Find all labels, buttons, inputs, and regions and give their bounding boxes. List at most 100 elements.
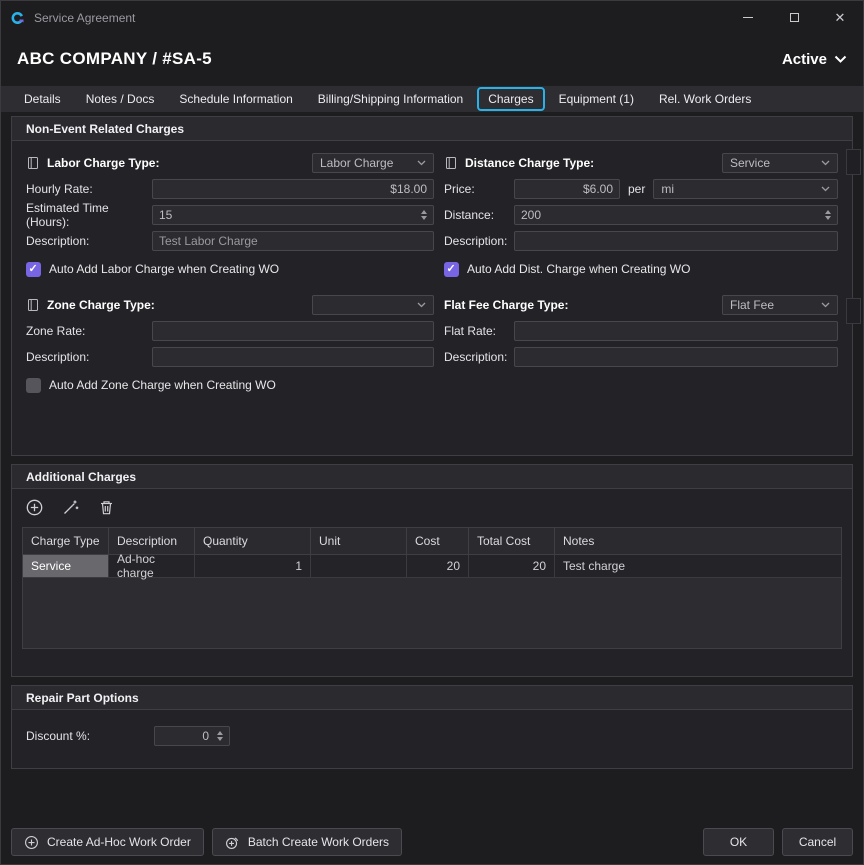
zone-rate-label: Zone Rate: <box>26 324 152 338</box>
auto-add-zone-checkbox[interactable] <box>26 378 41 393</box>
distance-charge-type-label: Distance Charge Type: <box>465 156 594 170</box>
auto-add-distance-checkbox[interactable] <box>444 262 459 277</box>
distance-description-input[interactable] <box>514 231 838 251</box>
column-header-description[interactable]: Description <box>109 528 195 554</box>
stepper-icon[interactable] <box>421 210 427 220</box>
tab-notes-docs[interactable]: Notes / Docs <box>75 87 166 111</box>
charge-type-lookup-icon <box>26 298 40 312</box>
repair-part-options-group: Repair Part Options Discount %: 0 <box>11 685 853 769</box>
maximize-button[interactable] <box>771 1 817 34</box>
tab-billing-shipping-information[interactable]: Billing/Shipping Information <box>307 87 474 111</box>
app-logo-icon <box>10 10 26 26</box>
tab-bar: Details Notes / Docs Schedule Informatio… <box>1 86 863 112</box>
footer-bar: Create Ad-Hoc Work Order Batch Create Wo… <box>1 820 863 864</box>
minimize-icon <box>743 17 753 18</box>
add-charge-button[interactable] <box>24 497 44 517</box>
chevron-down-icon <box>834 55 847 63</box>
cell-quantity[interactable]: 1 <box>195 555 311 577</box>
table-empty-area <box>23 578 841 648</box>
cell-cost[interactable]: 20 <box>407 555 469 577</box>
table-header-row: Charge Type Description Quantity Unit Co… <box>23 528 841 555</box>
scrollbar-notch[interactable] <box>846 149 861 175</box>
zone-charge-type-dropdown[interactable] <box>312 295 434 315</box>
stepper-icon[interactable] <box>825 210 831 220</box>
additional-charges-toolbar <box>12 489 852 523</box>
charge-type-lookup-icon <box>444 156 458 170</box>
discount-input[interactable]: 0 <box>154 726 230 746</box>
tab-rel-work-orders[interactable]: Rel. Work Orders <box>648 87 762 111</box>
cell-total-cost[interactable]: 20 <box>469 555 555 577</box>
additional-charges-group: Additional Charges Charge Type Descripti… <box>11 464 853 677</box>
tab-content: Non-Event Related Charges Labor Charge T… <box>1 112 863 864</box>
column-header-quantity[interactable]: Quantity <box>195 528 311 554</box>
distance-input[interactable]: 200 <box>514 205 838 225</box>
hourly-rate-input[interactable]: $18.00 <box>152 179 434 199</box>
tab-equipment[interactable]: Equipment (1) <box>548 87 645 111</box>
ok-button[interactable]: OK <box>703 828 774 856</box>
cell-charge-type[interactable]: Service <box>23 555 109 577</box>
flat-fee-charge-type-dropdown[interactable]: Flat Fee <box>722 295 838 315</box>
cancel-button[interactable]: Cancel <box>782 828 853 856</box>
close-button[interactable]: ✕ <box>817 1 863 34</box>
non-event-charges-group: Non-Event Related Charges Labor Charge T… <box>11 116 853 456</box>
distance-unit-dropdown[interactable]: mi <box>653 179 838 199</box>
plus-circle-icon <box>24 835 39 850</box>
zone-description-input[interactable] <box>152 347 434 367</box>
trash-icon <box>97 498 116 517</box>
auto-add-labor-label: Auto Add Labor Charge when Creating WO <box>49 262 279 276</box>
maximize-icon <box>790 13 799 22</box>
cell-notes[interactable]: Test charge <box>555 555 841 577</box>
flat-rate-input[interactable] <box>514 321 838 341</box>
column-header-total-cost[interactable]: Total Cost <box>469 528 555 554</box>
chevron-down-icon <box>821 160 830 166</box>
tab-charges[interactable]: Charges <box>477 87 544 111</box>
chevron-down-icon <box>417 302 426 308</box>
record-title: ABC COMPANY / #SA-5 <box>17 49 212 69</box>
price-label: Price: <box>444 182 514 196</box>
cell-description[interactable]: Ad-hoc charge <box>109 555 195 577</box>
per-label: per <box>628 182 645 196</box>
flat-fee-description-label: Description: <box>444 350 514 364</box>
zone-charge-type-label: Zone Charge Type: <box>47 298 155 312</box>
estimated-time-label: Estimated Time (Hours): <box>26 201 152 229</box>
close-icon: ✕ <box>835 11 846 24</box>
auto-add-labor-checkbox[interactable] <box>26 262 41 277</box>
batch-create-work-orders-button[interactable]: Batch Create Work Orders <box>212 828 402 856</box>
distance-label: Distance: <box>444 208 514 222</box>
price-input[interactable]: $6.00 <box>514 179 620 199</box>
zone-rate-input[interactable] <box>152 321 434 341</box>
chevron-down-icon <box>821 302 830 308</box>
distance-charge-type-dropdown[interactable]: Service <box>722 153 838 173</box>
table-row[interactable]: Service Ad-hoc charge 1 20 20 Test charg… <box>23 555 841 578</box>
edit-charge-button[interactable] <box>60 497 80 517</box>
record-header: ABC COMPANY / #SA-5 Active <box>1 34 863 84</box>
cell-unit[interactable] <box>311 555 407 577</box>
additional-charges-table: Charge Type Description Quantity Unit Co… <box>22 527 842 649</box>
flat-fee-description-input[interactable] <box>514 347 838 367</box>
title-bar: Service Agreement ✕ <box>1 1 863 34</box>
minimize-button[interactable] <box>725 1 771 34</box>
stepper-icon[interactable] <box>217 731 223 741</box>
labor-description-input[interactable]: Test Labor Charge <box>152 231 434 251</box>
chevron-down-icon <box>417 160 426 166</box>
create-adhoc-work-order-button[interactable]: Create Ad-Hoc Work Order <box>11 828 204 856</box>
column-header-charge-type[interactable]: Charge Type <box>23 528 109 554</box>
estimated-time-input[interactable]: 15 <box>152 205 434 225</box>
labor-charge-type-dropdown[interactable]: Labor Charge <box>312 153 434 173</box>
labor-charge-type-label: Labor Charge Type: <box>47 156 159 170</box>
tab-schedule-information[interactable]: Schedule Information <box>168 87 303 111</box>
flat-fee-charge-type-label: Flat Fee Charge Type: <box>444 298 568 312</box>
discount-label: Discount %: <box>26 729 154 743</box>
flat-rate-label: Flat Rate: <box>444 324 514 338</box>
column-header-notes[interactable]: Notes <box>555 528 841 554</box>
tab-details[interactable]: Details <box>13 87 72 111</box>
magic-wand-icon <box>61 498 80 517</box>
status-dropdown[interactable]: Active <box>782 51 847 68</box>
delete-charge-button[interactable] <box>96 497 116 517</box>
column-header-cost[interactable]: Cost <box>407 528 469 554</box>
batch-plus-icon <box>225 835 240 850</box>
repair-part-options-header: Repair Part Options <box>12 686 852 710</box>
auto-add-zone-label: Auto Add Zone Charge when Creating WO <box>49 378 276 392</box>
scrollbar-notch[interactable] <box>846 298 861 324</box>
column-header-unit[interactable]: Unit <box>311 528 407 554</box>
